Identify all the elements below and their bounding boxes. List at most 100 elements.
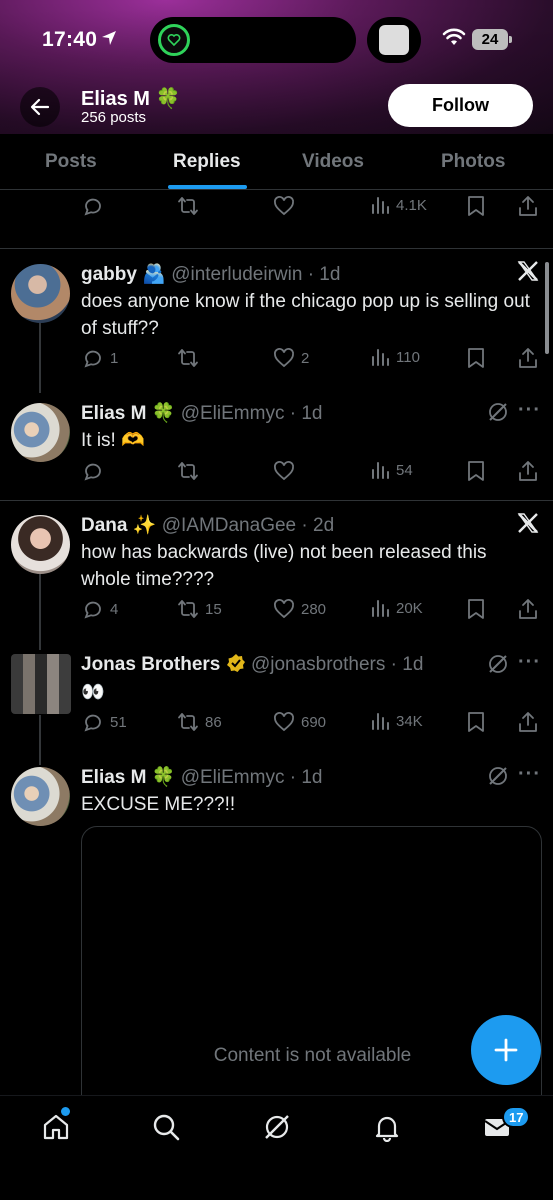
like-button[interactable]: 280 xyxy=(273,598,326,620)
share-button[interactable] xyxy=(518,711,538,733)
avatar[interactable] xyxy=(11,654,71,714)
reply-icon xyxy=(84,601,101,619)
nav-notifications[interactable] xyxy=(372,1112,402,1147)
tweet-text: It is! 🫶 xyxy=(81,430,145,451)
share-icon xyxy=(519,348,537,368)
tweet-author: Elias M 🍀 @EliEmmyc · 1d xyxy=(81,765,322,789)
repost-button[interactable] xyxy=(177,195,199,217)
scrollbar[interactable] xyxy=(545,262,549,354)
views-button[interactable]: 34K xyxy=(370,711,423,731)
reply-button[interactable]: 1 xyxy=(82,347,118,369)
bookmark-icon xyxy=(468,461,484,481)
bookmark-button[interactable] xyxy=(466,711,486,733)
views-count: 110 xyxy=(396,348,420,366)
like-button[interactable] xyxy=(273,195,295,217)
x-logo-icon[interactable] xyxy=(517,512,539,539)
avatar[interactable] xyxy=(11,767,70,826)
share-button[interactable] xyxy=(518,598,538,620)
bookmark-button[interactable] xyxy=(466,598,486,620)
grok-icon xyxy=(265,1115,289,1139)
wifi-icon xyxy=(442,28,466,51)
author-name[interactable]: Elias M xyxy=(81,767,146,788)
views-button[interactable]: 20K xyxy=(370,598,423,618)
avatar[interactable] xyxy=(11,264,70,323)
back-button[interactable] xyxy=(20,87,60,127)
views-button[interactable]: 4.1K xyxy=(370,195,427,215)
bookmark-button[interactable] xyxy=(466,460,486,482)
repost-icon xyxy=(178,713,198,731)
bottom-navigation: 17 xyxy=(0,1095,553,1200)
nav-search[interactable] xyxy=(151,1112,181,1147)
search-icon xyxy=(153,1114,180,1141)
repost-icon xyxy=(178,600,198,618)
author-handle[interactable]: @jonasbrothers xyxy=(251,654,385,675)
reply-button[interactable] xyxy=(82,195,104,217)
nav-grok[interactable] xyxy=(262,1112,292,1147)
compose-button[interactable] xyxy=(471,1015,541,1085)
grok-icon[interactable] xyxy=(487,653,509,680)
views-button[interactable]: 54 xyxy=(370,460,413,480)
reply-icon xyxy=(84,714,101,732)
tab-posts[interactable]: Posts xyxy=(45,151,97,173)
repost-icon xyxy=(178,349,198,367)
reply-count: 1 xyxy=(110,349,119,367)
views-count: 54 xyxy=(396,461,413,479)
more-options-button[interactable]: ··· xyxy=(518,651,541,674)
tweet-author: Dana ✨ @IAMDanaGee · 2d xyxy=(81,513,334,537)
bookmark-button[interactable] xyxy=(466,195,486,217)
reply-count: 51 xyxy=(110,713,127,731)
reply-button[interactable]: 4 xyxy=(82,598,118,620)
tab-photos[interactable]: Photos xyxy=(441,151,505,173)
tab-replies[interactable]: Replies xyxy=(173,151,241,173)
author-name[interactable]: Dana xyxy=(81,515,127,536)
repost-button[interactable] xyxy=(177,460,199,482)
more-options-button[interactable]: ··· xyxy=(518,399,541,422)
tweet-actions: 54 xyxy=(80,460,550,486)
avatar[interactable] xyxy=(11,403,70,462)
like-button[interactable]: 2 xyxy=(273,347,309,369)
reply-icon xyxy=(84,350,101,368)
author-emoji: 🍀 xyxy=(151,767,176,788)
author-handle[interactable]: @IAMDanaGee xyxy=(162,515,296,536)
grok-icon[interactable] xyxy=(487,765,509,792)
grok-icon[interactable] xyxy=(487,401,509,428)
author-handle[interactable]: @EliEmmyc xyxy=(181,767,285,788)
avatar[interactable] xyxy=(11,515,70,574)
tab-videos[interactable]: Videos xyxy=(302,151,364,173)
repost-button[interactable]: 15 xyxy=(177,598,222,620)
like-button[interactable] xyxy=(273,460,295,482)
follow-button[interactable]: Follow xyxy=(388,84,533,127)
reply-button[interactable] xyxy=(82,460,104,482)
tweet-time: · 1d xyxy=(307,264,341,285)
views-count: 4.1K xyxy=(396,196,427,214)
heart-icon xyxy=(274,461,294,481)
x-logo-icon[interactable] xyxy=(517,260,539,287)
reply-count: 4 xyxy=(110,600,119,618)
share-icon xyxy=(519,461,537,481)
views-icon xyxy=(372,600,389,617)
heart-icon xyxy=(274,599,294,619)
status-time: 17:40 xyxy=(42,28,117,52)
reply-button[interactable]: 51 xyxy=(82,711,127,733)
tweet-text: how has backwards (live) not been releas… xyxy=(81,542,487,590)
author-name[interactable]: gabby xyxy=(81,264,137,285)
plus-icon xyxy=(494,1038,518,1062)
repost-button[interactable] xyxy=(177,347,205,369)
author-handle[interactable]: @interludeirwin xyxy=(171,264,302,285)
bell-icon xyxy=(375,1116,399,1143)
thread-line xyxy=(39,570,41,650)
share-button[interactable] xyxy=(518,195,538,217)
share-button[interactable] xyxy=(518,347,538,369)
author-handle[interactable]: @EliEmmyc xyxy=(181,403,285,424)
bookmark-button[interactable] xyxy=(466,347,486,369)
now-playing-artwork xyxy=(367,17,421,63)
author-name[interactable]: Elias M xyxy=(81,403,146,424)
share-button[interactable] xyxy=(518,460,538,482)
nav-home[interactable] xyxy=(41,1112,71,1147)
like-button[interactable]: 690 xyxy=(273,711,326,733)
views-button[interactable]: 110 xyxy=(370,347,420,367)
author-name[interactable]: Jonas Brothers xyxy=(81,654,220,675)
repost-button[interactable]: 86 xyxy=(177,711,222,733)
more-options-button[interactable]: ··· xyxy=(518,763,541,786)
repost-icon xyxy=(178,197,198,215)
